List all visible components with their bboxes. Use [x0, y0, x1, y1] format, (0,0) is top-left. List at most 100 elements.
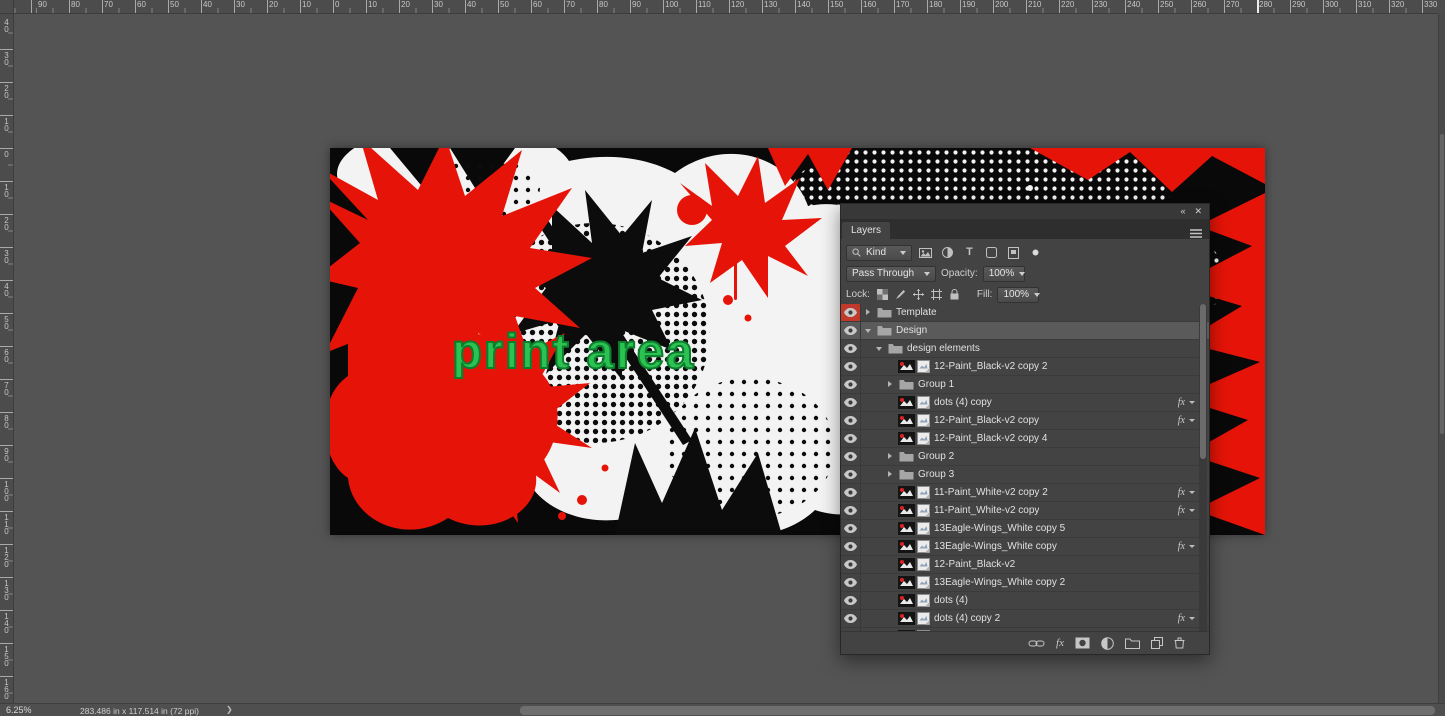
layer-row[interactable]: Group 2: [841, 448, 1209, 466]
lock-artboard-icon[interactable]: [929, 288, 944, 302]
layer-row[interactable]: 13Eagle-Wings_White copy 2: [841, 574, 1209, 592]
layer-row[interactable]: 12-Paint_Black-v2: [841, 556, 1209, 574]
visibility-toggle[interactable]: [841, 448, 861, 465]
visibility-toggle[interactable]: [841, 466, 861, 483]
layer-effects-badge[interactable]: fx: [1178, 613, 1195, 624]
layer-filtering-toggle-icon[interactable]: [1027, 245, 1044, 261]
layer-thumbnail[interactable]: [898, 594, 930, 607]
layer-thumbnail[interactable]: [898, 576, 930, 589]
expand-collapse-arrow[interactable]: [864, 308, 873, 317]
visibility-toggle[interactable]: [841, 610, 861, 627]
collapse-panel-icon[interactable]: «: [1180, 207, 1185, 216]
visibility-toggle[interactable]: [841, 304, 861, 321]
zoom-level[interactable]: 6.25%: [6, 705, 32, 715]
delete-layer-icon[interactable]: [1174, 637, 1185, 649]
layer-thumbnail[interactable]: [898, 486, 930, 499]
layer-row[interactable]: 13Eagle-Wings_White copy fx: [841, 538, 1209, 556]
opacity-select[interactable]: 100%: [983, 266, 1025, 282]
canvas-area[interactable]: print area: [14, 14, 1438, 703]
filter-adjustment-layers-icon[interactable]: [939, 245, 956, 261]
expand-collapse-arrow[interactable]: [886, 452, 895, 461]
new-group-icon[interactable]: [1125, 638, 1140, 649]
layer-effects-badge[interactable]: fx: [1178, 397, 1195, 408]
visibility-toggle[interactable]: [841, 412, 861, 429]
layer-row[interactable]: dots (4) copy 2 fx: [841, 610, 1209, 628]
layer-effects-badge[interactable]: fx: [1178, 415, 1195, 426]
layer-row[interactable]: Group 1: [841, 376, 1209, 394]
layer-thumbnail[interactable]: [898, 414, 930, 427]
layer-thumbnail[interactable]: [898, 504, 930, 517]
blend-mode-select[interactable]: Pass Through: [846, 266, 936, 282]
layer-thumbnail[interactable]: [898, 522, 930, 535]
layer-row[interactable]: design elements: [841, 340, 1209, 358]
add-layer-style-icon[interactable]: fx: [1056, 637, 1064, 649]
layer-row[interactable]: 12-Paint_Black-v2 copy 2: [841, 358, 1209, 376]
visibility-toggle[interactable]: [841, 502, 861, 519]
layer-row[interactable]: 11-Paint_White-v2 copy 2 fx: [841, 484, 1209, 502]
add-adjustment-layer-icon[interactable]: [1101, 637, 1114, 650]
ruler-left[interactable]: 4030201001020304050607080901001101201301…: [0, 14, 14, 703]
ruler-origin-corner[interactable]: [0, 0, 14, 14]
visibility-toggle[interactable]: [841, 394, 861, 411]
visibility-toggle[interactable]: [841, 574, 861, 591]
filter-smart-object-icon[interactable]: [1005, 245, 1022, 261]
layer-row[interactable]: Group 3: [841, 466, 1209, 484]
layer-thumbnail[interactable]: [898, 396, 930, 409]
horizontal-scrollbar-thumb[interactable]: [520, 706, 1435, 715]
layer-row[interactable]: dots (4): [841, 592, 1209, 610]
lock-pixels-icon[interactable]: [893, 288, 908, 302]
lock-transparency-icon[interactable]: [875, 288, 890, 302]
layers-panel: « ✕ Layers Kind T Pass Through: [840, 203, 1210, 655]
filter-kind-select[interactable]: Kind: [846, 245, 912, 261]
visibility-toggle[interactable]: [841, 358, 861, 375]
visibility-toggle[interactable]: [841, 592, 861, 609]
expand-collapse-arrow[interactable]: [886, 470, 895, 479]
layer-row[interactable]: dots (4) copy fx: [841, 394, 1209, 412]
layer-effects-badge[interactable]: fx: [1178, 505, 1195, 516]
panel-scrollbar-thumb[interactable]: [1200, 304, 1206, 459]
ruler-top[interactable]: 9080706050403020100102030405060708090100…: [14, 0, 1438, 14]
filter-type-layers-icon[interactable]: T: [961, 245, 978, 261]
expand-collapse-arrow[interactable]: [864, 326, 873, 335]
layer-row[interactable]: 11-Paint_White-v2 copy fx: [841, 502, 1209, 520]
layer-thumbnail[interactable]: [898, 540, 930, 553]
visibility-toggle[interactable]: [841, 538, 861, 555]
new-layer-icon[interactable]: [1151, 637, 1163, 649]
visibility-toggle[interactable]: [841, 520, 861, 537]
main-vertical-scrollbar[interactable]: [1438, 14, 1445, 703]
layer-row[interactable]: Template: [841, 304, 1209, 322]
visibility-toggle[interactable]: [841, 556, 861, 573]
fill-select[interactable]: 100%: [997, 287, 1039, 303]
tab-layers[interactable]: Layers: [842, 222, 890, 239]
layer-thumbnail[interactable]: [898, 432, 930, 445]
layer-effects-badge[interactable]: fx: [1178, 541, 1195, 552]
layer-row[interactable]: Design: [841, 322, 1209, 340]
layer-effects-badge[interactable]: fx: [1178, 487, 1195, 498]
visibility-toggle[interactable]: [841, 340, 861, 357]
visibility-toggle[interactable]: [841, 322, 861, 339]
expand-collapse-arrow[interactable]: [886, 380, 895, 389]
add-layer-mask-icon[interactable]: [1075, 637, 1090, 649]
layer-thumbnail[interactable]: [898, 612, 930, 625]
main-vertical-scrollbar-thumb[interactable]: [1440, 134, 1444, 434]
visibility-toggle[interactable]: [841, 430, 861, 447]
filter-shape-layers-icon[interactable]: [983, 245, 1000, 261]
layer-thumbnail[interactable]: [898, 360, 930, 373]
layer-row[interactable]: 12-Paint_Black-v2 copy 4: [841, 430, 1209, 448]
smart-object-badge-icon: [917, 432, 930, 445]
layer-row[interactable]: 12-Paint_Black-v2 copy fx: [841, 412, 1209, 430]
lock-all-icon[interactable]: [947, 288, 962, 302]
visibility-toggle[interactable]: [841, 376, 861, 393]
filter-pixel-layers-icon[interactable]: [917, 245, 934, 261]
close-panel-icon[interactable]: ✕: [1194, 207, 1202, 216]
lock-position-icon[interactable]: [911, 288, 926, 302]
layer-row[interactable]: 13Eagle-Wings_White copy 5: [841, 520, 1209, 538]
layer-thumbnail[interactable]: [898, 558, 930, 571]
horizontal-scrollbar[interactable]: [520, 706, 1435, 715]
status-menu-arrow-icon[interactable]: ❯: [226, 705, 233, 714]
panel-menu-icon[interactable]: [1190, 225, 1202, 243]
visibility-toggle[interactable]: [841, 484, 861, 501]
link-layers-icon[interactable]: [1028, 639, 1045, 648]
expand-collapse-arrow[interactable]: [875, 344, 884, 353]
panel-scrollbar[interactable]: [1199, 304, 1207, 633]
